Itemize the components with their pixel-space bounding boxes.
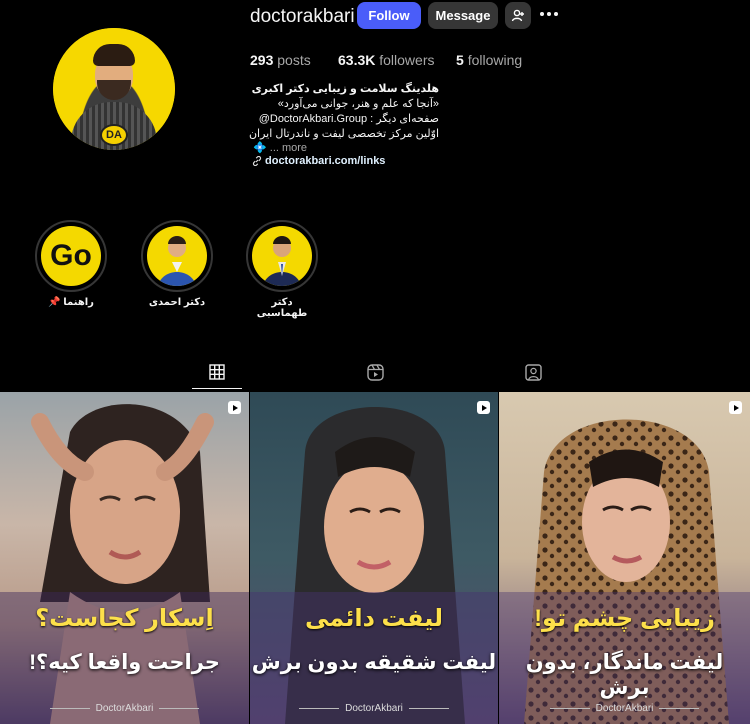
profile-avatar[interactable]: DA xyxy=(53,28,175,150)
avatar-logo: DA xyxy=(100,124,128,146)
post-tile[interactable]: اِسکار کجاست؟ جراحت واقعا کیه؟! DoctorAk… xyxy=(0,392,249,724)
add-user-icon xyxy=(511,9,524,22)
post-title: زیبایی چشم تو! xyxy=(534,605,715,632)
diamond-icon: 💠 xyxy=(253,142,267,154)
tab-reels[interactable] xyxy=(349,356,401,388)
highlight-label: دکتر احمدی xyxy=(148,297,206,308)
highlight-label: راهنما 📌 xyxy=(48,297,94,308)
following-stat[interactable]: 5 following xyxy=(456,52,522,68)
tab-tagged[interactable] xyxy=(507,356,559,388)
link-icon xyxy=(252,155,262,167)
profile-username: doctorakbari xyxy=(250,6,355,27)
highlight-dr-ahmadi[interactable]: دکتر احمدی xyxy=(141,220,213,308)
avatar-hair xyxy=(93,44,135,66)
followers-count: 63.3K xyxy=(338,52,376,68)
tagged-icon xyxy=(524,363,542,381)
profile-link-text: doctorakbari.com/links xyxy=(265,155,386,167)
doctor-portrait-icon xyxy=(262,236,302,286)
active-tab-indicator xyxy=(192,388,242,389)
reel-badge-icon xyxy=(729,401,742,414)
posts-count: 293 xyxy=(250,52,274,68)
posts-stat: 293 posts xyxy=(250,52,311,68)
highlight-dr-tahmasebi[interactable]: دکتر طهماسبی xyxy=(246,220,318,319)
post-title: اِسکار کجاست؟ xyxy=(35,605,214,632)
profile-bio: هلدینگ سلامت و زیبایی دکتر اکبری «آنجا ک… xyxy=(179,82,439,142)
doctor-portrait-icon xyxy=(157,236,197,286)
bio-line: «آنجا که علم و هنر، جوانی می‌آورد» xyxy=(277,98,439,110)
following-label: following xyxy=(467,52,523,68)
post-title: لیفت دائمی xyxy=(304,605,444,632)
post-tile[interactable]: لیفت دائمی لیفت شقیقه بدون برش DoctorAkb… xyxy=(250,392,498,724)
highlight-cover xyxy=(147,226,207,286)
profile-tabs xyxy=(0,356,750,392)
more-link[interactable]: ... more xyxy=(270,142,307,154)
grid-icon xyxy=(209,364,225,380)
reels-icon xyxy=(366,363,384,381)
reel-badge-icon xyxy=(477,401,490,414)
post-brand: DoctorAkbari xyxy=(0,703,249,714)
highlight-label: دکتر طهماسبی xyxy=(256,297,308,319)
highlight-cover: Go xyxy=(41,226,101,286)
highlight-guide[interactable]: Go راهنما 📌 xyxy=(35,220,107,308)
highlight-cover-text: Go xyxy=(50,239,92,272)
post-subtitle: جراحت واقعا کیه؟! xyxy=(29,651,220,674)
bio-line: صفحه‌ای دیگر : DoctorAkbari.Group@ xyxy=(258,113,439,125)
bio-line: اوّلین مرکز تخصصی لیفت و ناندرتال ایران xyxy=(248,128,439,140)
highlight-ring: Go xyxy=(35,220,107,292)
highlight-cover xyxy=(252,226,312,286)
post-brand: DoctorAkbari xyxy=(499,703,750,714)
suggest-accounts-button[interactable] xyxy=(505,2,531,29)
post-tile[interactable]: زیبایی چشم تو! لیفت ماندگار، بدون برش Do… xyxy=(499,392,750,724)
tab-posts[interactable] xyxy=(191,356,243,388)
message-button[interactable]: Message xyxy=(428,2,498,29)
followers-stat[interactable]: 63.3K followers xyxy=(338,52,435,68)
following-count: 5 xyxy=(456,52,464,68)
posts-label: posts xyxy=(277,52,311,68)
post-brand: DoctorAkbari xyxy=(250,703,498,714)
post-subtitle: لیفت شقیقه بدون برش xyxy=(251,651,497,674)
more-options-icon[interactable] xyxy=(540,12,558,18)
post-subtitle: لیفت ماندگار، بدون برش xyxy=(525,651,724,699)
profile-link[interactable]: doctorakbari.com/links xyxy=(252,155,385,167)
highlight-ring xyxy=(246,220,318,292)
followers-label: followers xyxy=(379,52,435,68)
reel-badge-icon xyxy=(228,401,241,414)
highlight-ring xyxy=(141,220,213,292)
bio-name: هلدینگ سلامت و زیبایی دکتر اکبری xyxy=(251,83,439,95)
bio-more[interactable]: 💠 ... more xyxy=(253,141,307,154)
follow-button[interactable]: Follow xyxy=(357,2,421,29)
